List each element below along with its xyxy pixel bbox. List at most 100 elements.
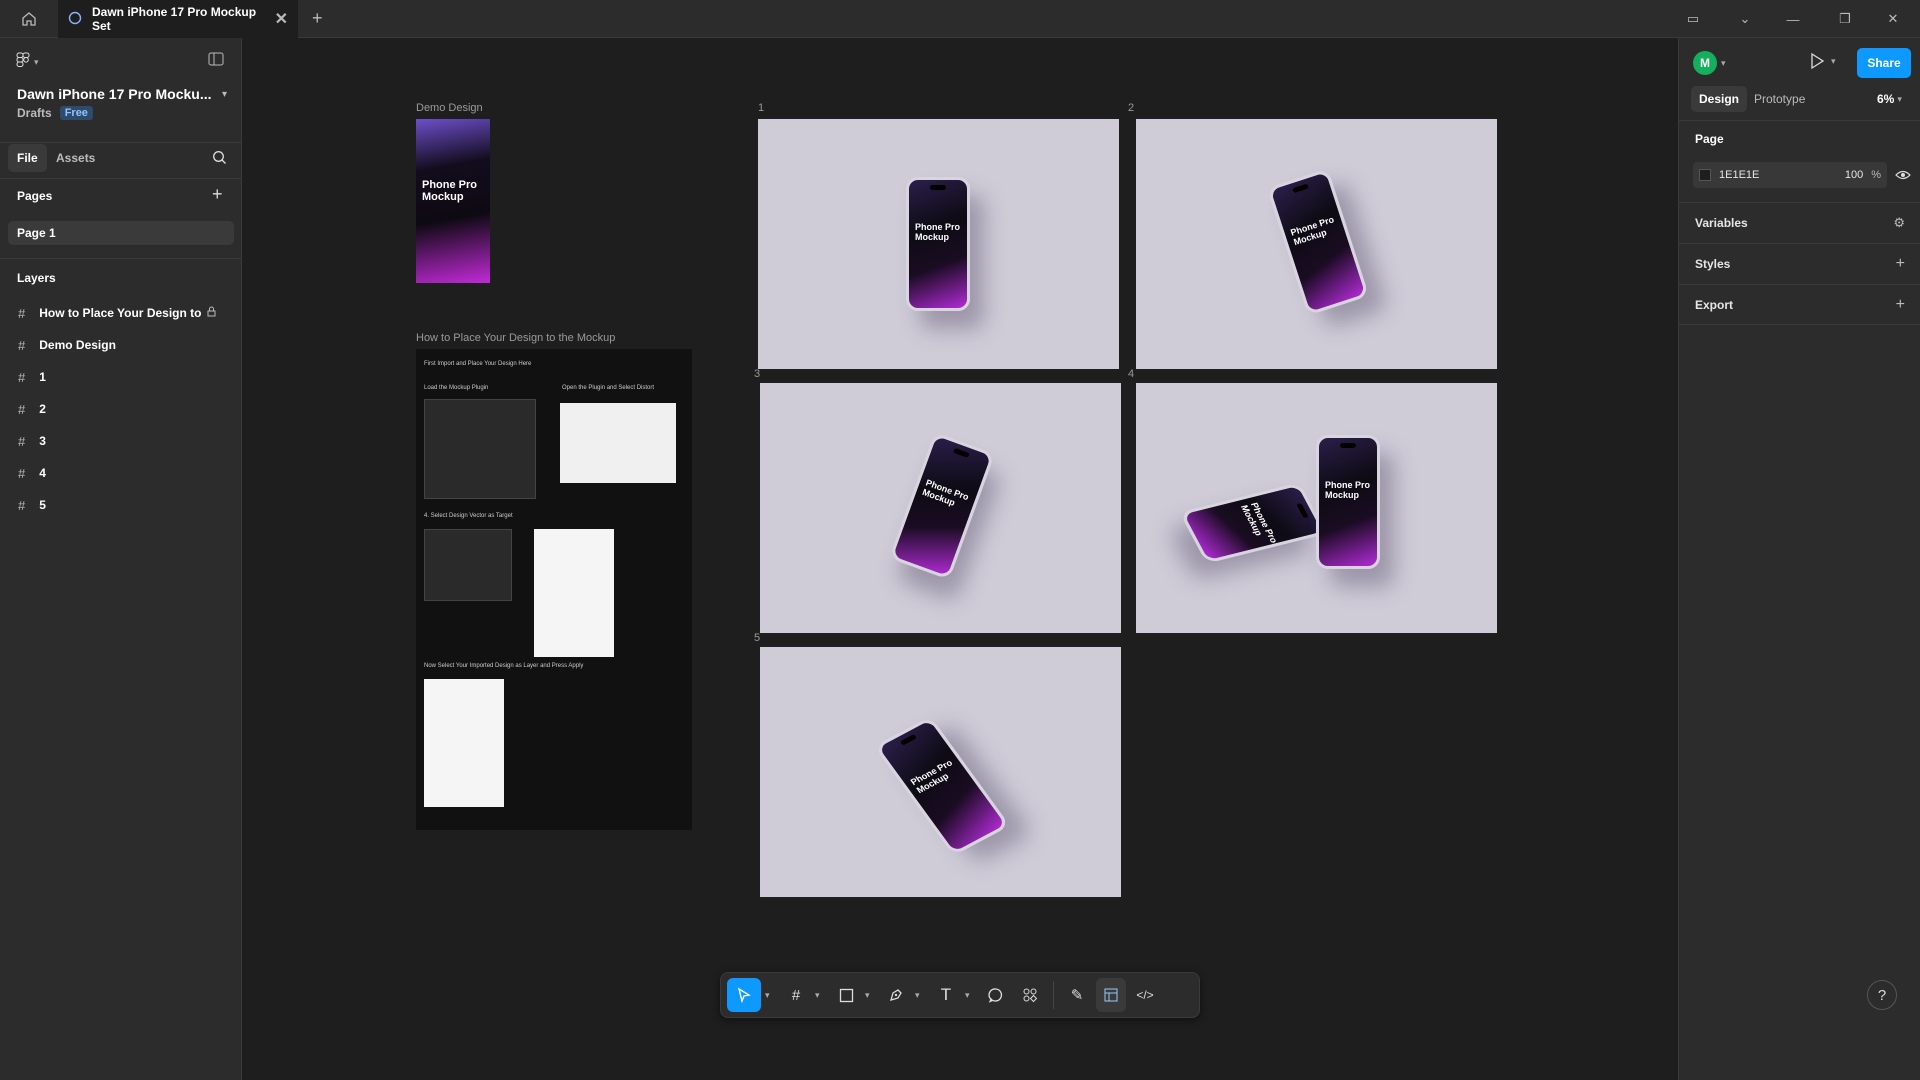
user-menu[interactable]: M ▾ <box>1693 51 1733 75</box>
chevron-down-icon: ▾ <box>34 57 39 67</box>
mockup-frame-3[interactable]: Phone Pro Mockup <box>760 383 1121 633</box>
export-section[interactable]: Export + <box>1679 284 1920 325</box>
close-window-icon[interactable]: ✕ <box>1870 0 1916 38</box>
howto-label[interactable]: How to Place Your Design to the Mockup <box>416 332 615 344</box>
help-button[interactable]: ? <box>1867 980 1897 1010</box>
demo-design-label[interactable]: Demo Design <box>416 102 483 114</box>
page-opacity-value[interactable]: 100 <box>1845 169 1863 181</box>
main-menu-button[interactable]: ▾ <box>16 52 46 73</box>
layer-label: 2 <box>39 402 46 416</box>
comment-tool-button[interactable] <box>981 978 1011 1012</box>
chevron-down-icon[interactable]: ▾ <box>765 990 777 1001</box>
mockup-frame-2[interactable]: Phone Pro Mockup <box>1136 119 1497 369</box>
chevron-down-icon[interactable]: ▾ <box>815 990 827 1001</box>
shape-tool-button[interactable] <box>831 978 861 1012</box>
frame-4-label[interactable]: 4 <box>1128 368 1134 380</box>
dev-mode-button[interactable]: </> <box>1130 978 1160 1012</box>
tab-file[interactable]: File <box>8 144 47 172</box>
present-button[interactable]: ▾ <box>1809 52 1843 70</box>
frame-icon: # <box>18 401 26 417</box>
chevron-down-icon: ▾ <box>1721 57 1726 68</box>
layer-4[interactable]: # 4 <box>0 457 242 489</box>
howto-screenshot-target <box>534 529 614 657</box>
page-fill-field[interactable]: 1E1E1E 100 % <box>1693 162 1887 188</box>
frame-3-label[interactable]: 3 <box>754 368 760 380</box>
share-button[interactable]: Share <box>1857 48 1911 78</box>
minimize-icon[interactable]: — <box>1770 0 1816 38</box>
frame-tool-button[interactable]: # <box>781 978 811 1012</box>
maximize-icon[interactable]: ❐ <box>1822 0 1868 38</box>
layer-label: 4 <box>39 466 46 480</box>
layer-3[interactable]: # 3 <box>0 425 242 457</box>
layer-5[interactable]: # 5 <box>0 489 242 521</box>
bottom-toolbar: ▾ # ▾ ▾ ▾ T ▾ ✎ </> <box>720 972 1200 1018</box>
mockup-frame-1[interactable]: Phone Pro Mockup <box>758 119 1119 369</box>
file-name: Dawn iPhone 17 Pro Mocku... <box>17 86 212 102</box>
right-panel: M ▾ ▾ Share Design Prototype 6% ▾ Page 1… <box>1678 38 1920 1080</box>
text-tool-button[interactable]: T <box>931 978 961 1012</box>
code-icon: </> <box>1136 988 1154 1002</box>
phone-text: Phone Pro Mockup <box>908 757 955 796</box>
frame-icon: # <box>791 986 801 1004</box>
cursor-icon <box>737 987 751 1003</box>
add-page-button[interactable]: + <box>212 184 223 205</box>
eye-icon[interactable] <box>1895 168 1911 186</box>
layer-demo-design[interactable]: # Demo Design <box>0 329 242 361</box>
zoom-value: 6% <box>1877 92 1895 106</box>
tab-design[interactable]: Design <box>1691 86 1748 112</box>
avatar: M <box>1693 51 1717 75</box>
zoom-menu[interactable]: 6% ▾ <box>1877 86 1909 112</box>
chevron-down-icon[interactable]: ▾ <box>965 990 977 1001</box>
variables-section[interactable]: Variables ⚙ <box>1679 202 1920 243</box>
chevron-down-icon[interactable]: ▾ <box>865 990 877 1001</box>
draw-icon: ✎ <box>1070 987 1084 1004</box>
toggle-sidebar-icon[interactable] <box>208 52 224 71</box>
close-tab-icon[interactable]: ✕ <box>275 9 288 29</box>
lock-icon[interactable] <box>207 306 216 320</box>
color-swatch[interactable] <box>1699 169 1711 181</box>
demo-design-frame[interactable]: Phone Pro Mockup <box>416 119 490 283</box>
phone-text: Phone Pro Mockup <box>1238 501 1280 544</box>
layer-how-to[interactable]: # How to Place Your Design to <box>0 297 242 329</box>
chevron-down-icon[interactable]: ▾ <box>915 990 927 1001</box>
location-label[interactable]: Drafts <box>17 106 52 120</box>
chevron-down-icon[interactable]: ⌄ <box>1722 0 1768 38</box>
frame-1-label[interactable]: 1 <box>758 102 764 114</box>
tab-title: Dawn iPhone 17 Pro Mockup Set <box>92 5 257 33</box>
comment-icon <box>988 988 1003 1003</box>
file-name-row[interactable]: Dawn iPhone 17 Pro Mocku... ▾ <box>17 86 227 102</box>
chevron-down-icon: ▾ <box>1897 93 1902 104</box>
add-export-icon[interactable]: + <box>1896 296 1905 314</box>
howto-step-2: Load the Mockup Plugin <box>424 385 489 391</box>
figma-logo-icon <box>16 52 30 73</box>
move-tool-button[interactable] <box>727 978 761 1012</box>
tab-active-file[interactable]: Dawn iPhone 17 Pro Mockup Set ✕ <box>58 0 298 38</box>
add-style-icon[interactable]: + <box>1896 255 1905 273</box>
text-icon: T <box>940 985 952 1004</box>
page-color-value[interactable]: 1E1E1E <box>1719 169 1759 181</box>
frame-5-label[interactable]: 5 <box>754 632 760 644</box>
layer-2[interactable]: # 2 <box>0 393 242 425</box>
design-mode-button[interactable] <box>1096 978 1126 1012</box>
actions-button[interactable] <box>1015 978 1045 1012</box>
variables-settings-icon[interactable]: ⚙ <box>1893 215 1905 231</box>
search-icon[interactable] <box>212 150 227 170</box>
pen-tool-button[interactable] <box>881 978 911 1012</box>
mockup-frame-4[interactable]: Phone Pro Mockup Phone Pro Mockup <box>1136 383 1497 633</box>
tab-prototype[interactable]: Prototype <box>1754 86 1805 112</box>
home-icon[interactable] <box>10 0 48 38</box>
library-icon[interactable]: ▭ <box>1670 0 1716 38</box>
mockup-frame-5[interactable]: Phone Pro Mockup <box>760 647 1121 897</box>
frame-icon: # <box>18 497 26 513</box>
frame-2-label[interactable]: 2 <box>1128 102 1134 114</box>
canvas[interactable]: Demo Design Phone Pro Mockup How to Plac… <box>242 38 1678 1080</box>
howto-frame[interactable]: First Import and Place Your Design Here … <box>416 349 692 830</box>
new-tab-button[interactable]: + <box>312 8 323 29</box>
draw-mode-button[interactable]: ✎ <box>1062 978 1092 1012</box>
layer-1[interactable]: # 1 <box>0 361 242 393</box>
page-item-1[interactable]: Page 1 <box>8 221 234 245</box>
phone-mockup: Phone Pro Mockup <box>873 716 1011 856</box>
phone-mockup: Phone Pro Mockup <box>906 177 970 311</box>
tab-assets[interactable]: Assets <box>56 144 95 172</box>
styles-section[interactable]: Styles + <box>1679 243 1920 284</box>
